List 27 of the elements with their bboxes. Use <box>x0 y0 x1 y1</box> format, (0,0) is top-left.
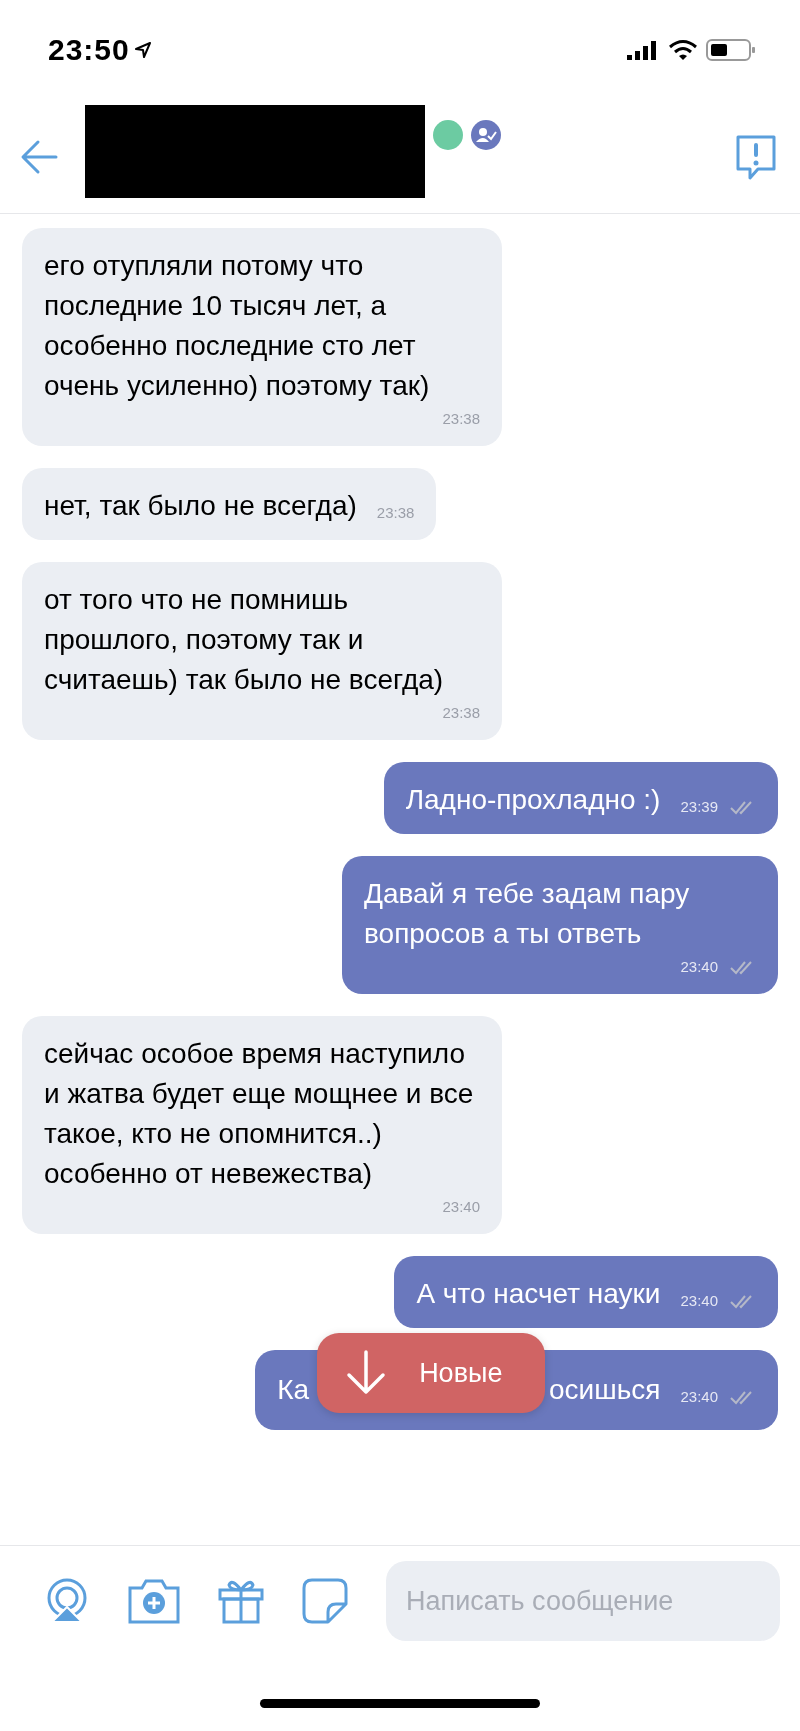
sticker-icon[interactable] <box>302 1578 348 1624</box>
message-text: А что насчет науки <box>416 1277 661 1311</box>
message-time: 23:38 <box>376 503 415 523</box>
location-arrow-icon <box>133 41 152 59</box>
message-time: 23:40 <box>680 957 718 977</box>
message-time: 23:40 <box>442 1197 480 1217</box>
message-text: осишься <box>549 1373 661 1407</box>
battery-icon <box>706 38 756 62</box>
back-arrow-icon[interactable] <box>20 138 60 175</box>
message-time: 23:40 <box>680 1291 718 1311</box>
clock-time: 23:50 <box>48 33 130 67</box>
message-text: Давай я тебе задам пару вопросов а ты ответь <box>364 877 691 951</box>
message-input[interactable]: Написать сообщение <box>386 1561 780 1641</box>
gift-icon[interactable] <box>218 1578 264 1624</box>
message-time: 23:40 <box>680 1387 718 1407</box>
camera-plus-icon[interactable] <box>128 1578 180 1624</box>
message-time: 23:39 <box>680 797 718 817</box>
message-text: его отупляли потому что последние 10 тысяч лет, а особенно последние сто лет очень усиленно) поэтому так) <box>44 249 431 403</box>
new-messages-button[interactable]: Новые <box>317 1333 546 1413</box>
wifi-icon <box>668 39 698 61</box>
message-text: от того что не помнишь прошлого, поэтому так и считаешь) так было не всегда) <box>44 583 445 697</box>
message-text: сейчас особое время наступило и жатва будет еще мощнее и все такое, кто не опомнится..) особенно от невежества) <box>44 1037 475 1191</box>
message-text: нет, так было не всегда) <box>44 489 357 523</box>
message-time: 23:38 <box>442 409 480 429</box>
message-text: Ладно-прохладно :) <box>405 783 661 817</box>
message-text: Ка <box>277 1373 309 1407</box>
message-time: 23:38 <box>442 703 480 723</box>
